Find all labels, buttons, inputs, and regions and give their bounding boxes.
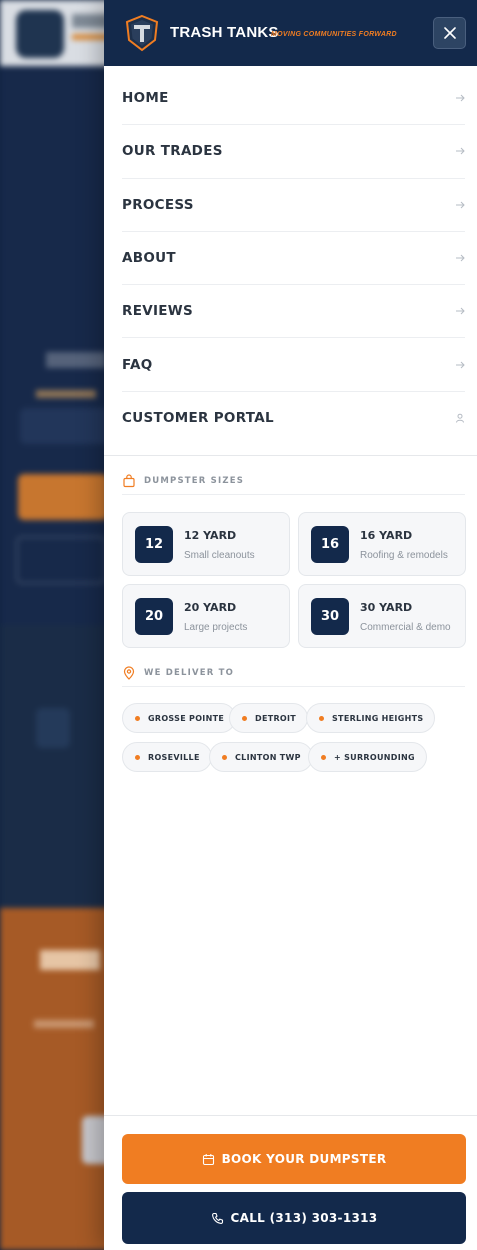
size-subtitle: Large projects — [184, 622, 248, 633]
nav-item-label: REVIEWS — [122, 303, 194, 320]
book-button-label: BOOK YOUR DUMPSTER — [221, 1152, 387, 1166]
area-chip-label: STERLING HEIGHTS — [332, 713, 424, 723]
phone-icon — [211, 1212, 223, 1224]
bullet-dot-icon — [319, 715, 324, 721]
nav-item-label: PROCESS — [122, 196, 194, 213]
close-menu-button[interactable] — [433, 17, 466, 49]
nav-item-home[interactable]: HOME — [122, 72, 465, 126]
area-chip-roseville[interactable]: ROSEVILLE — [122, 742, 212, 772]
size-number-badge: 30 — [311, 598, 349, 635]
dumpster-sizes-heading: DUMPSTER SIZES — [122, 467, 465, 495]
nav-item-customer-portal[interactable]: CUSTOMER PORTAL — [122, 392, 465, 445]
bullet-dot-icon — [321, 754, 326, 760]
drawer-header: TRASH TANKS MOVING COMMUNITIES FORWARD — [104, 0, 477, 66]
size-title: 30 YARD — [360, 601, 413, 614]
area-chip-sterling-heights[interactable]: STERLING HEIGHTS — [306, 703, 436, 733]
size-number-badge: 20 — [135, 598, 173, 635]
book-dumpster-button[interactable]: BOOK YOUR DUMPSTER — [122, 1134, 466, 1184]
nav-item-label: HOME — [122, 90, 169, 107]
map-pin-icon — [123, 665, 135, 680]
size-card-12-yard[interactable]: 12 12 YARD Small cleanouts — [122, 512, 290, 576]
bullet-dot-icon — [135, 754, 140, 760]
size-title: 16 YARD — [360, 529, 413, 542]
trash-tanks-logo — [125, 14, 159, 52]
area-chip-detroit[interactable]: DETROIT — [229, 703, 309, 733]
area-chip-clinton-twp[interactable]: CLINTON TWP — [209, 742, 313, 772]
size-card-16-yard[interactable]: 16 16 YARD Roofing & remodels — [298, 512, 466, 576]
size-card-30-yard[interactable]: 30 30 YARD Commercial & demo — [298, 584, 466, 648]
size-number-badge: 16 — [311, 526, 349, 563]
calendar-icon — [202, 1153, 214, 1165]
arrow-right-icon — [456, 201, 465, 209]
nav-item-reviews[interactable]: REVIEWS — [122, 285, 465, 339]
mobile-menu-drawer: TRASH TANKS MOVING COMMUNITIES FORWARD H… — [104, 0, 477, 1250]
call-phone-button[interactable]: CALL (313) 303-1313 — [122, 1192, 466, 1244]
area-chip-label: GROSSE POINTE — [148, 713, 225, 723]
main-nav: HOME OUR TRADES PROCESS ABOUT REVIEWS FA… — [122, 72, 465, 445]
size-subtitle: Small cleanouts — [184, 550, 255, 561]
area-chip-label: + SURROUNDING — [334, 752, 415, 762]
shopping-bag-icon — [123, 473, 135, 487]
arrow-right-icon — [456, 94, 465, 102]
close-icon — [443, 27, 456, 39]
drawer-footer: BOOK YOUR DUMPSTER CALL (313) 303-1313 — [104, 1115, 477, 1250]
section-label: DUMPSTER SIZES — [144, 475, 245, 486]
size-title: 12 YARD — [184, 529, 237, 542]
area-chip-grosse-pointe[interactable]: GROSSE POINTE — [122, 703, 237, 733]
brand-name: TRASH TANKS — [170, 24, 279, 41]
size-card-20-yard[interactable]: 20 20 YARD Large projects — [122, 584, 290, 648]
arrow-right-icon — [456, 148, 465, 155]
bullet-dot-icon — [135, 715, 140, 721]
area-chip-surrounding[interactable]: + SURROUNDING — [308, 742, 427, 772]
delivery-areas-heading: WE DELIVER TO — [122, 659, 465, 687]
nav-item-label: OUR TRADES — [122, 143, 223, 160]
size-subtitle: Roofing & remodels — [360, 550, 448, 561]
nav-item-label: FAQ — [122, 356, 153, 373]
background-logo — [16, 10, 64, 58]
area-chip-label: ROSEVILLE — [148, 752, 200, 762]
user-icon — [456, 414, 464, 424]
nav-item-about[interactable]: ABOUT — [122, 232, 465, 286]
area-chip-label: DETROIT — [255, 713, 297, 723]
size-subtitle: Commercial & demo — [360, 622, 451, 633]
bullet-dot-icon — [242, 715, 247, 721]
section-divider — [104, 455, 477, 456]
size-number-badge: 12 — [135, 526, 173, 563]
call-button-label: CALL (313) 303-1313 — [230, 1211, 378, 1225]
bullet-dot-icon — [222, 754, 227, 760]
area-chip-label: CLINTON TWP — [235, 752, 301, 762]
section-label: WE DELIVER TO — [144, 667, 235, 678]
arrow-right-icon — [456, 307, 465, 315]
nav-item-faq[interactable]: FAQ — [122, 338, 465, 392]
arrow-right-icon — [456, 254, 465, 262]
size-title: 20 YARD — [184, 601, 237, 614]
brand-tagline: MOVING COMMUNITIES FORWARD — [271, 31, 397, 38]
nav-item-our-trades[interactable]: OUR TRADES — [122, 125, 465, 179]
arrow-right-icon — [456, 361, 465, 368]
nav-item-label: CUSTOMER PORTAL — [122, 410, 274, 427]
nav-item-process[interactable]: PROCESS — [122, 179, 465, 232]
nav-item-label: ABOUT — [122, 250, 176, 267]
